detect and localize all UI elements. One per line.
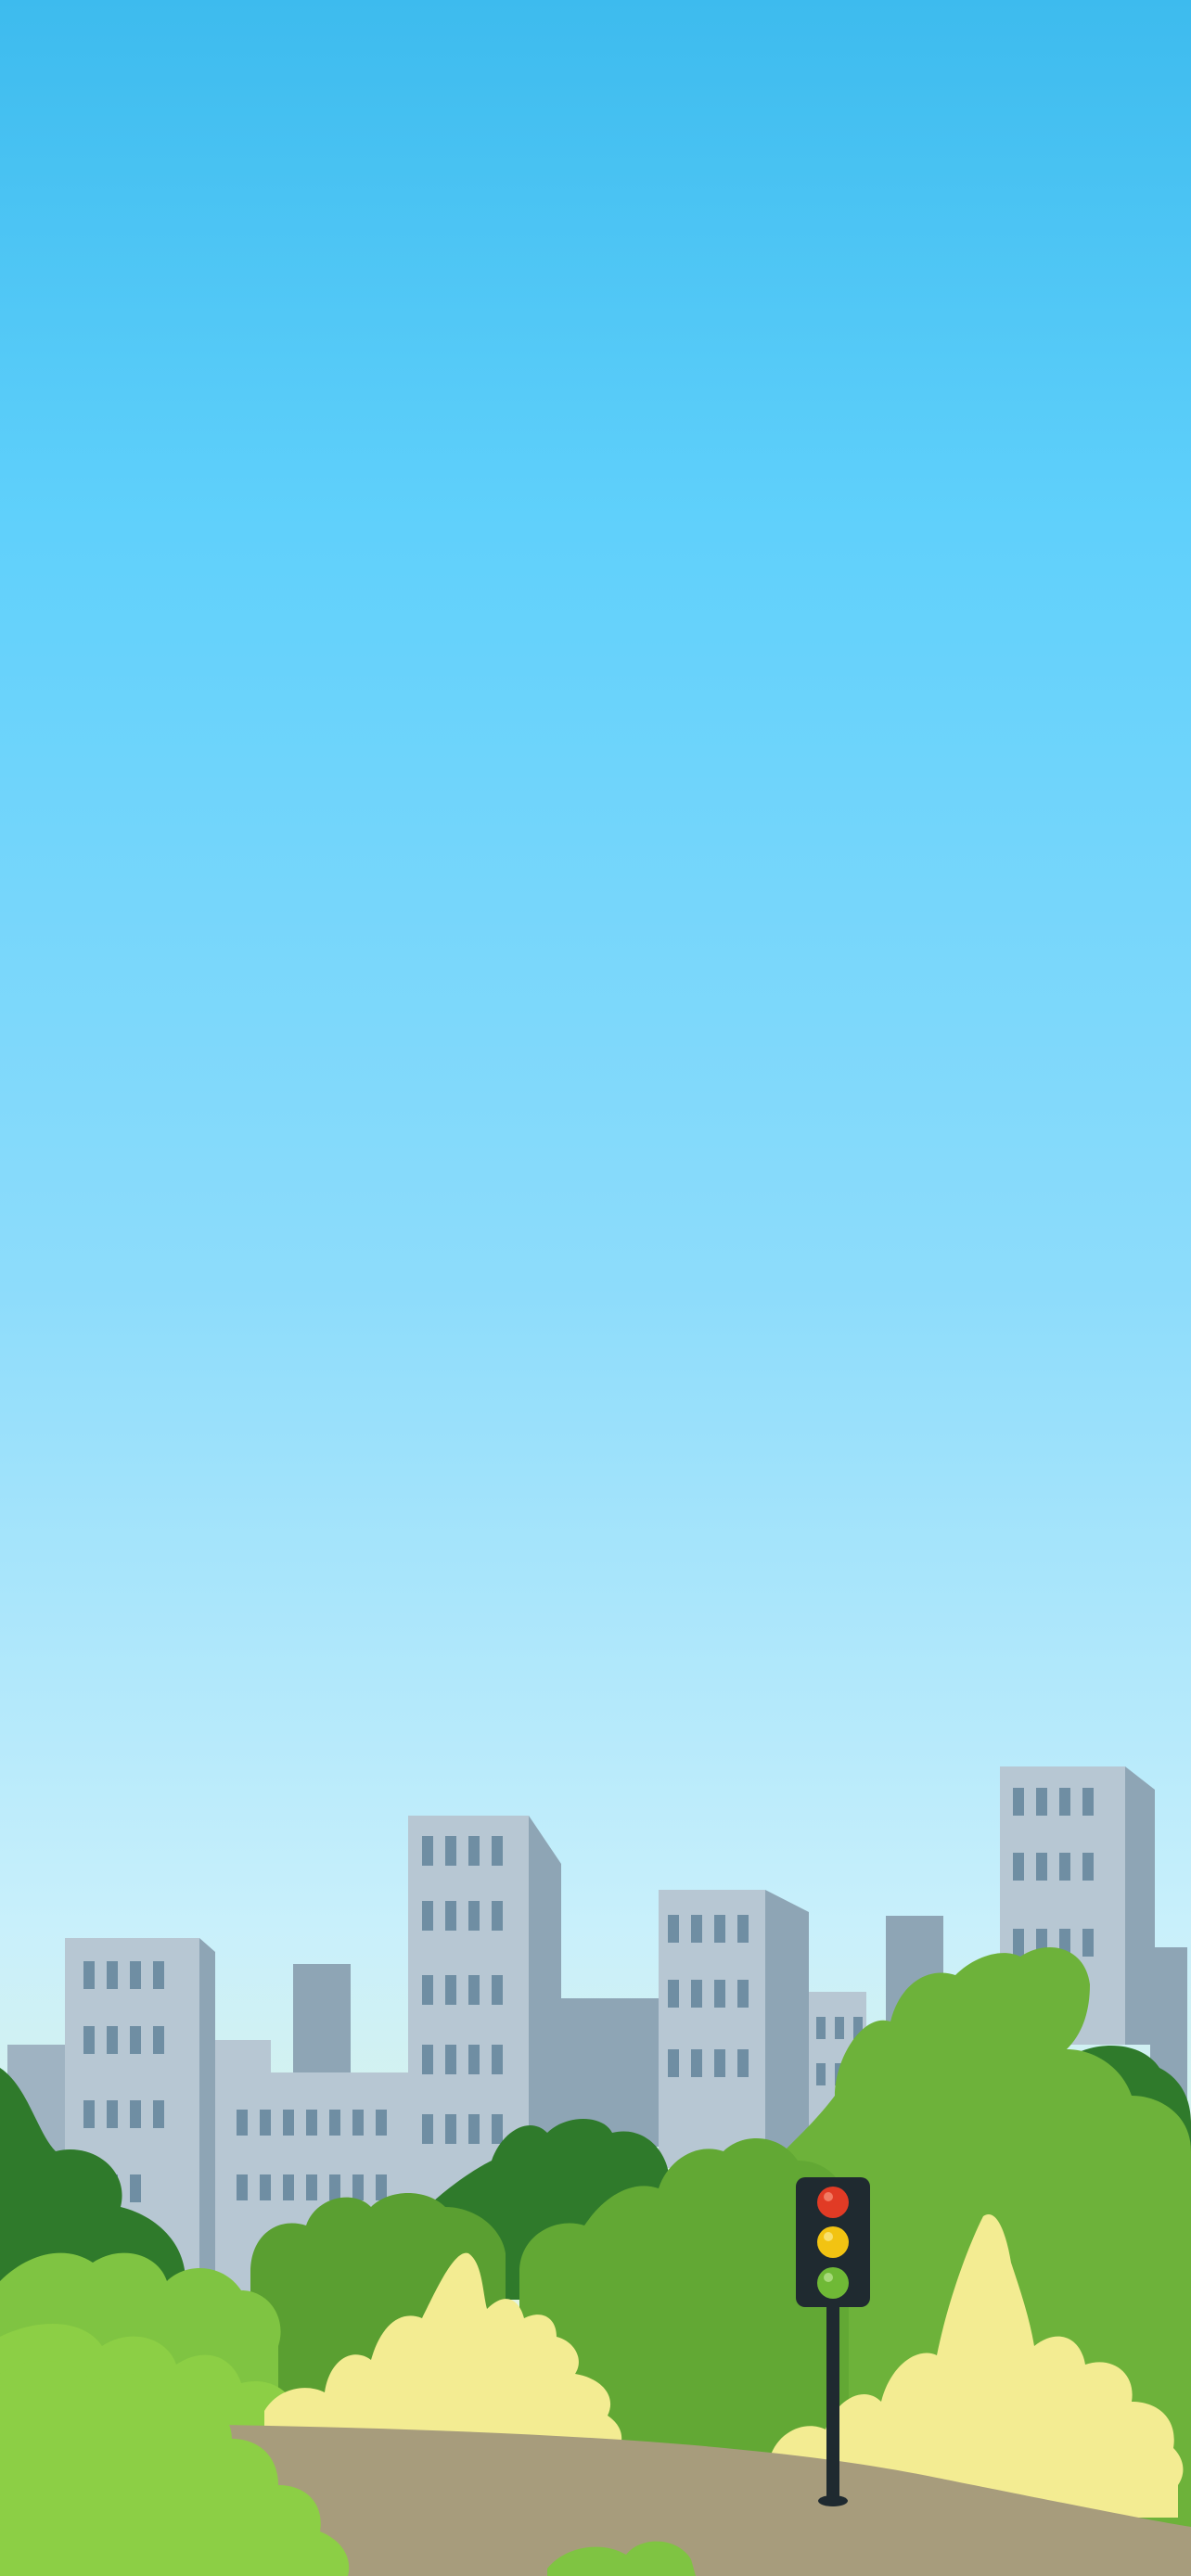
city-illustration — [0, 0, 1191, 2576]
yellow-light — [817, 2226, 849, 2258]
building-back-1 — [293, 1964, 351, 2075]
wallpaper-scene — [0, 0, 1191, 2576]
green-light — [817, 2267, 849, 2299]
red-light — [817, 2187, 849, 2218]
